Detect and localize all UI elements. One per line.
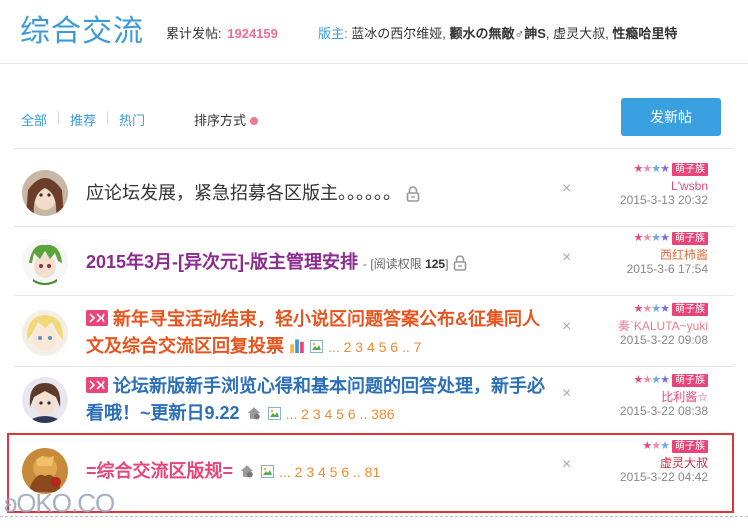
perm-close: ] <box>445 257 449 271</box>
thread-row[interactable]: 应论坛发展，紧急招募各区版主。。。。。。 × ★★★★ 萌子族 L'wsbn 20… <box>14 160 734 226</box>
moderator-link[interactable]: 蓝冰の西尔维娅 <box>351 26 442 41</box>
author-link[interactable]: L'wsbn <box>620 179 708 193</box>
thread-title[interactable]: 2015年3月-[异次元]-版主管理安排 - [阅读权限 125] <box>86 249 467 278</box>
rank-stars-icon: ★★★★ <box>633 232 670 244</box>
close-icon[interactable]: × <box>562 249 571 267</box>
forum-header: 综合交流 累计发帖: 1924159 版主: 蓝冰の西尔维娅, 颧水の無敵♂訷S… <box>0 0 748 64</box>
thread-title-text-cont[interactable]: 文及综合交流区回复投票 <box>86 336 284 356</box>
avatar[interactable] <box>22 239 68 285</box>
avatar[interactable] <box>22 310 68 356</box>
moderator-link[interactable]: 颧水の無敵♂訷S <box>450 26 546 41</box>
close-icon[interactable]: × <box>562 180 571 198</box>
tab-hot[interactable]: 热门 <box>119 110 145 129</box>
thread-title[interactable]: 应论坛发展，紧急招募各区版主。。。。。。 <box>86 180 420 207</box>
rank-stars-icon: ★★★★ <box>633 303 670 315</box>
thread-title-text[interactable]: 2015年3月-[异次元]-版主管理安排 <box>86 252 358 272</box>
hot-tag-icon <box>86 377 108 393</box>
tab-divider <box>107 111 108 124</box>
thread-row[interactable]: 新年寻宝活动结束，轻小说区问题答案公布&征集同人 文及综合交流区回复投票 ...… <box>14 296 734 366</box>
read-permission: - [阅读权限 125] <box>363 257 449 271</box>
moderators-label: 版主: <box>318 26 348 41</box>
rank-badge: ★★★★ 萌子族 <box>620 162 708 176</box>
close-icon[interactable]: × <box>562 318 571 336</box>
avatar[interactable] <box>22 170 68 216</box>
badge-label: 萌子族 <box>672 162 708 176</box>
rank-badge: ★★★★ 萌子族 <box>620 373 708 387</box>
forum-title: 综合交流 <box>20 15 144 48</box>
post-date: 2015-3-22 09:08 <box>619 333 708 347</box>
thread-toolbar: 全部 推荐 热门 排序方式 发新帖 <box>0 98 748 138</box>
tab-recommended[interactable]: 推荐 <box>70 110 96 129</box>
forum-page: 综合交流 累计发帖: 1924159 版主: 蓝冰の西尔维娅, 颧水の無敵♂訷S… <box>0 0 748 530</box>
highlight-frame <box>7 433 734 513</box>
thread-title-text-cont[interactable]: 看哦！~更新日9.22 <box>86 403 240 423</box>
thread-meta: ★★★★ 萌子族 奏`KALUTA~yuki 2015-3-22 09:08 <box>618 302 708 347</box>
thread-meta: ★★★★ 萌子族 比利酱☆ 2015-3-22 08:38 <box>620 373 708 418</box>
moderator-link[interactable]: 虚灵大叔 <box>553 26 605 41</box>
thread-title-text[interactable]: 新年寻宝活动结束，轻小说区问题答案公布&征集同人 <box>113 309 540 329</box>
tab-divider <box>58 111 59 124</box>
post-count-stat: 累计发帖: 1924159 <box>166 23 278 42</box>
lock-icon <box>406 186 420 203</box>
post-date: 2015-3-13 20:32 <box>619 193 708 207</box>
site-watermark: ʚOKO.CO <box>4 488 115 518</box>
page-links[interactable]: ... 2 3 4 5 6 .. 386 <box>286 406 395 422</box>
thread-row[interactable]: 2015年3月-[异次元]-版主管理安排 - [阅读权限 125] × ★★★★… <box>14 227 734 295</box>
image-attachment-icon <box>310 340 324 353</box>
post-count-value: 1924159 <box>227 26 278 41</box>
sort-dropdown[interactable]: 排序方式 <box>194 110 246 129</box>
badge-label: 萌子族 <box>672 373 708 387</box>
new-post-button[interactable]: 发新帖 <box>621 98 721 136</box>
thread-meta: ★★★★ 萌子族 L'wsbn 2015-3-13 20:32 <box>620 162 708 207</box>
avatar[interactable] <box>22 377 68 423</box>
perm-value: 125 <box>425 257 446 271</box>
perm-label: [阅读权限 <box>370 257 422 271</box>
badge-label: 萌子族 <box>672 231 708 245</box>
share-hat-icon <box>247 407 260 420</box>
thread-title[interactable]: 新年寻宝活动结束，轻小说区问题答案公布&征集同人 文及综合交流区回复投票 ...… <box>86 306 556 361</box>
post-date: 2015-3-22 08:38 <box>619 404 708 418</box>
moderator-link[interactable]: 性瘾哈里特 <box>612 26 677 41</box>
tab-all[interactable]: 全部 <box>21 110 47 129</box>
rank-stars-icon: ★★★★ <box>633 374 670 386</box>
author-link[interactable]: 西红柿酱 <box>627 248 708 262</box>
hot-tag-icon <box>86 310 108 326</box>
image-attachment-icon <box>267 407 281 420</box>
lock-icon <box>454 255 467 272</box>
page-links[interactable]: ... 2 3 4 5 6 .. 7 <box>328 339 421 355</box>
thread-meta: ★★★★ 萌子族 西红柿酱 2015-3-6 17:54 <box>627 231 708 276</box>
divider <box>14 148 734 149</box>
rank-badge: ★★★★ 萌子族 <box>627 231 708 245</box>
rank-stars-icon: ★★★★ <box>633 163 670 175</box>
author-link[interactable]: 比利酱☆ <box>620 390 708 404</box>
thread-title-text[interactable]: 应论坛发展，紧急招募各区版主。。。。。。 <box>86 183 401 203</box>
sort-indicator-dot <box>250 117 258 125</box>
rank-badge: ★★★★ 萌子族 <box>618 302 708 316</box>
badge-label: 萌子族 <box>672 302 708 316</box>
thread-title-text[interactable]: 论坛新版新手浏览心得和基本问题的回答处理，新手必 <box>113 376 545 396</box>
thread-title[interactable]: 论坛新版新手浏览心得和基本问题的回答处理，新手必 看哦！~更新日9.22 ...… <box>86 373 556 428</box>
moderator-list: 版主: 蓝冰の西尔维娅, 颧水の無敵♂訷S, 虚灵大叔, 性瘾哈里特 <box>318 26 678 41</box>
close-icon[interactable]: × <box>562 385 571 403</box>
post-date: 2015-3-6 17:54 <box>626 262 708 276</box>
thread-row[interactable]: 论坛新版新手浏览心得和基本问题的回答处理，新手必 看哦！~更新日9.22 ...… <box>14 367 734 433</box>
post-count-label: 累计发帖: <box>166 26 222 41</box>
poll-icon <box>290 339 304 353</box>
author-link[interactable]: 奏`KALUTA~yuki <box>618 319 708 333</box>
